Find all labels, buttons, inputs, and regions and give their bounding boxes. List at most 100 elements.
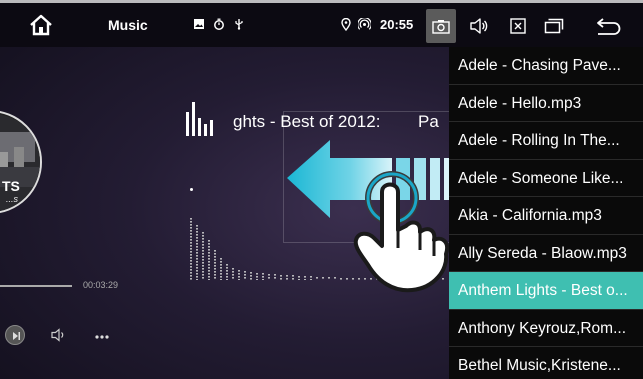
visualizer-segment [268,277,270,279]
visualizer-segment [250,275,252,277]
playlist-item[interactable]: Bethel Music,Kristene... [449,347,643,379]
visualizer-segment [190,224,192,226]
visualizer-segment [208,252,210,254]
visualizer-segment [208,261,210,263]
image-notification-icon [194,19,204,29]
visualizer-segment [214,274,216,276]
album-cover-text: TS [2,178,20,194]
visualizer-segment [196,264,198,266]
screenshot-button[interactable] [426,9,456,43]
timer-icon [214,18,224,30]
visualizer-segment [208,246,210,248]
visualizer-segment [208,279,210,280]
visualizer-segment [220,264,222,266]
visualizer-segment [232,274,234,276]
more-options-button[interactable] [95,330,109,339]
visualizer-segment [202,232,204,234]
visualizer-segment [232,271,234,273]
visualizer-segment [214,253,216,255]
visualizer-segment [208,243,210,245]
visualizer-segment [208,276,210,278]
system-tray: 20:55 [341,17,413,32]
home-icon[interactable] [28,12,54,38]
playlist-item[interactable]: Akia - California.mp3 [449,197,643,235]
visualizer-segment [190,227,192,229]
next-button[interactable] [5,325,25,345]
visualizer-segment [238,273,240,275]
playlist-item[interactable]: Adele - Hello.mp3 [449,85,643,122]
visualizer-segment [220,276,222,278]
location-icon [341,18,351,31]
visualizer-segment [202,274,204,276]
playlist-item[interactable]: Anthony Keyrouz,Rom... [449,310,643,347]
visualizer-segment [196,255,198,257]
playlist-item-active[interactable]: Anthem Lights - Best o... [449,272,643,310]
skip-next-icon [13,332,20,340]
visualizer-segment [238,276,240,278]
visualizer-segment [196,273,198,275]
clock: 20:55 [380,17,414,32]
visualizer-segment [256,276,258,278]
visualizer-segment [226,273,228,275]
progress-bar[interactable] [0,285,72,287]
album-cover-subtext: ...s [6,194,19,204]
playlist-item[interactable]: Ally Sereda - Blaow.mp3 [449,235,643,272]
visualizer-segment [190,242,192,244]
visualizer-segment [190,239,192,241]
visualizer-segment [214,271,216,273]
visualizer-segment [244,277,246,279]
hotspot-icon [358,18,371,30]
visualizer-segment [250,272,252,274]
visualizer-segment [202,262,204,264]
visualizer-segment [256,273,258,275]
visualizer-segment [196,246,198,248]
visualizer-segment [214,250,216,252]
visualizer-segment [196,276,198,278]
playlist-panel[interactable]: Adele - Chasing Pave... Adele - Hello.mp… [449,47,643,379]
visualizer-segment [214,259,216,261]
visualizer-segment [190,269,192,271]
equalizer-bars-icon [186,102,213,136]
playlist-item[interactable]: Adele - Someone Like... [449,160,643,197]
visualizer-segment [238,270,240,272]
playlist-item[interactable]: Adele - Rolling In The... [449,122,643,160]
visualizer-segment [262,273,264,275]
back-icon [597,18,621,35]
app-title: Music [108,17,148,33]
volume-button[interactable] [465,9,493,43]
visualizer-segment [238,279,240,280]
visualizer-segment [196,261,198,263]
visualizer-segment [214,268,216,270]
visualizer-segment [196,267,198,269]
visualizer-segment [196,237,198,239]
visualizer-segment [220,261,222,263]
visualizer-segment [190,260,192,262]
visualizer-segment [190,251,192,253]
more-icon [95,335,109,339]
visualizer-segment [208,267,210,269]
visualizer-segment [226,267,228,269]
visualizer-segment [256,279,258,280]
visualizer-segment [250,278,252,280]
visualizer-segment [274,277,276,279]
volume-control-icon[interactable] [51,328,67,342]
status-bar: Music 20:55 [0,3,643,47]
visualizer-segment [208,255,210,257]
visualizer-segment [232,277,234,279]
visualizer-segment [190,221,192,223]
back-button[interactable] [592,9,626,43]
visualizer-segment [220,270,222,272]
visualizer-segment [190,275,192,277]
visualizer-segment [244,274,246,276]
elapsed-time: 00:03:29 [83,280,119,290]
visualizer-segment [202,247,204,249]
visualizer-segment [190,263,192,265]
visualizer-segment [214,256,216,258]
visualizer-segment [226,270,228,272]
playlist-item[interactable]: Adele - Chasing Pave... [449,47,643,85]
album-art[interactable]: TS ...s [0,110,42,214]
visualizer-segment [190,236,192,238]
visualizer-segment [202,259,204,261]
recent-apps-button[interactable] [540,9,568,43]
close-app-button[interactable] [505,9,531,43]
